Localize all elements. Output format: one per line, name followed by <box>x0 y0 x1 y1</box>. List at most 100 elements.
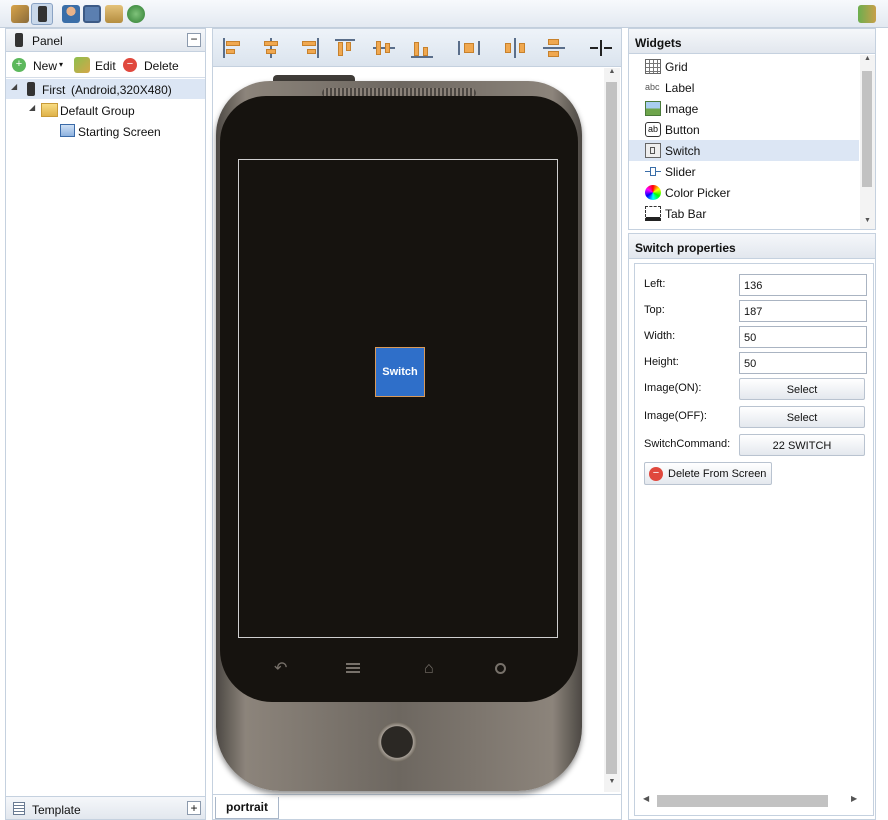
align-bottom-icon[interactable] <box>411 38 433 58</box>
scroll-right-icon[interactable]: ▶ <box>851 794 857 803</box>
width-label: Width: <box>644 330 676 342</box>
properties-title: Switch properties <box>635 241 736 255</box>
edit-label: Edit <box>95 59 116 73</box>
align-center-icon[interactable] <box>260 38 282 58</box>
left-label: Left: <box>644 278 666 290</box>
delete-button[interactable]: − Delete <box>123 57 183 73</box>
exit-icon[interactable] <box>858 5 876 23</box>
widget-item-button[interactable]: ab Button <box>629 119 859 140</box>
expand-icon[interactable]: + <box>187 801 201 815</box>
scroll-left-icon[interactable]: ◀ <box>643 794 649 803</box>
properties-panel: Switch properties Left: 136 Top: 187 Wid… <box>628 233 876 820</box>
tree-item-screen[interactable]: Starting Screen <box>6 121 205 141</box>
height-label: Height: <box>644 356 679 368</box>
scroll-up-icon[interactable]: ▲ <box>604 68 620 78</box>
button-icon: ab <box>645 122 661 137</box>
right-panel: Widgets Grid abc Label Image ab Button S… <box>628 28 882 820</box>
height-input[interactable]: 50 <box>739 352 867 374</box>
align-middle-icon[interactable] <box>373 38 395 58</box>
widget-item-color-picker[interactable]: Color Picker <box>629 182 859 203</box>
scroll-thumb[interactable] <box>657 795 828 807</box>
switch-command-button[interactable]: 22 SWITCH <box>739 434 865 456</box>
edit-button[interactable]: Edit <box>74 57 120 73</box>
center-vertical-icon[interactable] <box>543 38 565 58</box>
scroll-down-icon[interactable]: ▼ <box>860 217 875 227</box>
device-name: First <box>42 83 66 97</box>
scroll-down-icon[interactable]: ▼ <box>604 778 620 788</box>
image-icon <box>645 101 661 116</box>
delete-from-screen-button[interactable]: − Delete From Screen <box>644 462 772 485</box>
delete-from-screen-label: Delete From Screen <box>668 468 767 480</box>
refresh-icon[interactable] <box>127 5 145 23</box>
tab-portrait[interactable]: portrait <box>215 797 279 819</box>
home-icon[interactable] <box>11 5 29 23</box>
slider-icon <box>645 164 661 179</box>
new-button[interactable]: + New ▾ <box>12 57 64 73</box>
template-header[interactable]: Template + <box>6 796 205 819</box>
expand-arrow-icon[interactable]: ◢ <box>11 82 17 91</box>
switch-icon <box>645 143 661 158</box>
properties-hscrollbar[interactable]: ◀ ▶ <box>639 792 865 810</box>
library-icon[interactable] <box>105 5 123 23</box>
phone-icon <box>27 82 35 96</box>
width-input[interactable]: 50 <box>739 326 867 348</box>
template-icon <box>13 802 25 815</box>
switch-command-label: SwitchCommand: <box>644 438 731 450</box>
group-label: Default Group <box>60 104 135 118</box>
home-key-icon: ⌂ <box>424 660 434 677</box>
left-panel: Panel − + New ▾ Edit − Delete ◢ First (A… <box>5 28 206 820</box>
phone-screen[interactable]: Switch <box>238 159 558 638</box>
scroll-thumb[interactable] <box>862 71 872 187</box>
screen-icon <box>60 124 75 137</box>
distribute-horizontal-icon[interactable] <box>458 38 480 58</box>
properties-form: Left: 136 Top: 187 Width: 50 Height: 50 … <box>634 263 874 816</box>
tree-item-device[interactable]: ◢ First (Android,320X480) <box>6 79 205 99</box>
save-icon[interactable] <box>83 5 101 23</box>
panel-header: Panel − <box>6 29 205 52</box>
delete-icon: − <box>649 467 663 481</box>
widget-item-switch[interactable]: Switch <box>629 140 859 161</box>
collapse-icon[interactable]: − <box>187 33 201 47</box>
image-on-select-button[interactable]: Select <box>739 378 865 400</box>
delete-icon: − <box>123 58 137 72</box>
scroll-thumb[interactable] <box>606 82 617 774</box>
device-spec: (Android,320X480) <box>71 83 172 97</box>
left-input[interactable]: 136 <box>739 274 867 296</box>
tree-item-group[interactable]: ◢ Default Group <box>6 100 205 120</box>
template-label: Template <box>32 803 81 817</box>
widget-item-slider[interactable]: Slider <box>629 161 859 182</box>
widget-item-tab-bar[interactable]: Tab Bar <box>629 203 859 224</box>
image-off-select-button[interactable]: Select <box>739 406 865 428</box>
widgets-scrollbar[interactable]: ▲ ▼ <box>860 55 875 229</box>
scroll-up-icon[interactable]: ▲ <box>860 55 875 65</box>
fit-screen-icon[interactable] <box>588 38 614 58</box>
trackball <box>377 722 417 762</box>
widget-item-grid[interactable]: Grid <box>629 56 859 77</box>
top-toolbar <box>0 0 888 28</box>
edit-icon <box>74 57 90 73</box>
switch-widget[interactable]: Switch <box>375 347 425 397</box>
align-right-icon[interactable] <box>298 38 320 58</box>
align-top-icon[interactable] <box>335 38 357 58</box>
alignment-toolbar <box>213 29 621 67</box>
dropdown-arrow-icon: ▾ <box>59 60 64 69</box>
top-input[interactable]: 187 <box>739 300 867 322</box>
tab-portrait-label: portrait <box>226 800 268 814</box>
user-icon[interactable] <box>62 5 80 23</box>
phone-icon <box>15 33 23 47</box>
device-manager-icon[interactable] <box>31 3 53 25</box>
delete-label: Delete <box>144 59 179 73</box>
widgets-panel: Widgets Grid abc Label Image ab Button S… <box>628 28 876 230</box>
canvas-scrollbar[interactable]: ▲ ▼ <box>604 68 620 792</box>
add-icon: + <box>12 58 26 72</box>
widget-item-label[interactable]: abc Label <box>629 77 859 98</box>
folder-icon <box>41 103 58 117</box>
menu-icon <box>346 663 360 675</box>
align-left-icon[interactable] <box>222 38 244 58</box>
expand-arrow-icon[interactable]: ◢ <box>29 103 35 112</box>
tab-bar-icon <box>645 206 661 221</box>
image-off-label: Image(OFF): <box>644 410 707 422</box>
widget-item-image[interactable]: Image <box>629 98 859 119</box>
center-horizontal-icon[interactable] <box>504 38 526 58</box>
panel-title: Panel <box>32 34 63 48</box>
